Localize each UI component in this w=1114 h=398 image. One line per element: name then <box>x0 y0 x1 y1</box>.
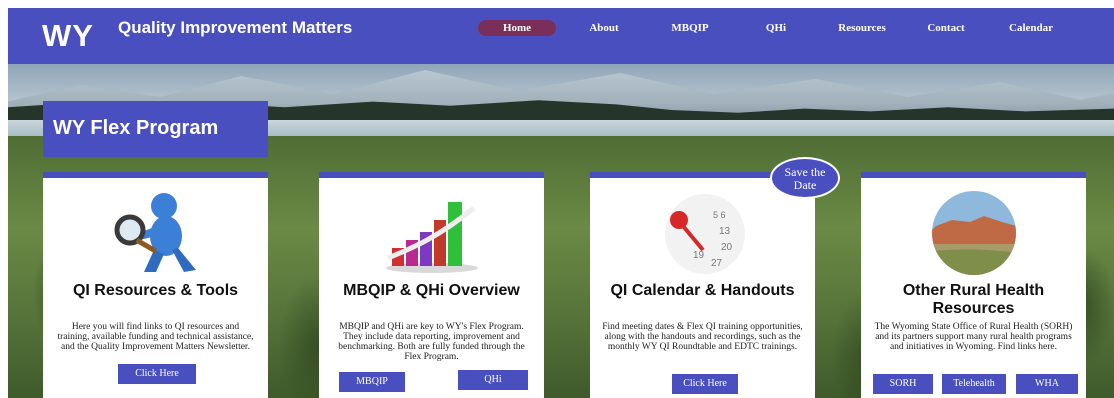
sorh-button[interactable]: SORH <box>873 374 933 394</box>
click-here-button[interactable]: Click Here <box>118 364 196 384</box>
nav-calendar[interactable]: Calendar <box>998 20 1064 36</box>
page-title: WY Flex Program <box>53 117 219 139</box>
card-rural-health: Other Rural Health Resources The Wyoming… <box>861 172 1086 398</box>
card-description: Here you will find links to QI resources… <box>57 322 254 352</box>
logo-initials[interactable]: WY <box>42 18 94 54</box>
mbqip-button[interactable]: MBQIP <box>339 372 405 392</box>
nav-qhi[interactable]: QHi <box>756 20 796 36</box>
site-header: WY Quality Improvement Matters Home Abou… <box>8 8 1114 64</box>
page-title-box: WY Flex Program <box>43 101 268 157</box>
card-title: QI Calendar & Handouts <box>610 282 795 299</box>
card-description: The Wyoming State Office of Rural Health… <box>874 322 1073 352</box>
nav-about[interactable]: About <box>578 20 630 36</box>
telehealth-button[interactable]: Telehealth <box>942 374 1006 394</box>
nav-resources[interactable]: Resources <box>826 20 898 36</box>
hero-banner: WY Flex Program QI Resources & Tools Her… <box>8 64 1114 398</box>
svg-text:27: 27 <box>711 258 723 269</box>
magnifier-figure-icon <box>114 193 196 272</box>
card-description: Find meeting dates & Flex QI training op… <box>602 322 803 352</box>
card-title: Other Rural Health Resources <box>902 282 1045 317</box>
card-description: MBQIP and QHi are key to WY's Flex Progr… <box>338 322 525 362</box>
landscape-icon <box>931 191 1016 275</box>
click-here-button[interactable]: Click Here <box>672 374 738 394</box>
wha-button[interactable]: WHA <box>1016 374 1078 394</box>
svg-text:5 6: 5 6 <box>713 210 726 220</box>
nav-mbqip[interactable]: MBQIP <box>660 20 720 36</box>
qhi-button[interactable]: QHi <box>458 370 528 390</box>
svg-text:13: 13 <box>719 226 731 237</box>
logo-name[interactable]: Quality Improvement Matters <box>118 19 358 36</box>
card-title: MBQIP & QHi Overview <box>343 282 520 299</box>
nav-home[interactable]: Home <box>478 20 556 36</box>
save-the-date-badge[interactable]: Save the Date <box>770 157 840 199</box>
nav-contact[interactable]: Contact <box>916 20 976 36</box>
page-frame: WY Quality Improvement Matters Home Abou… <box>8 8 1114 398</box>
bar-chart-icon <box>385 202 478 273</box>
svg-text:19: 19 <box>693 250 705 261</box>
card-mbqip-qhi: MBQIP & QHi Overview MBQIP and QHi are k… <box>319 172 544 398</box>
svg-text:20: 20 <box>721 242 733 253</box>
card-qi-calendar: 5 6 13 20 19 27 QI Calendar & Handouts F… <box>590 172 815 398</box>
card-qi-resources: QI Resources & Tools Here you will find … <box>43 172 268 398</box>
card-title: QI Resources & Tools <box>72 282 239 299</box>
calendar-pin-icon: 5 6 13 20 19 27 <box>664 194 745 274</box>
